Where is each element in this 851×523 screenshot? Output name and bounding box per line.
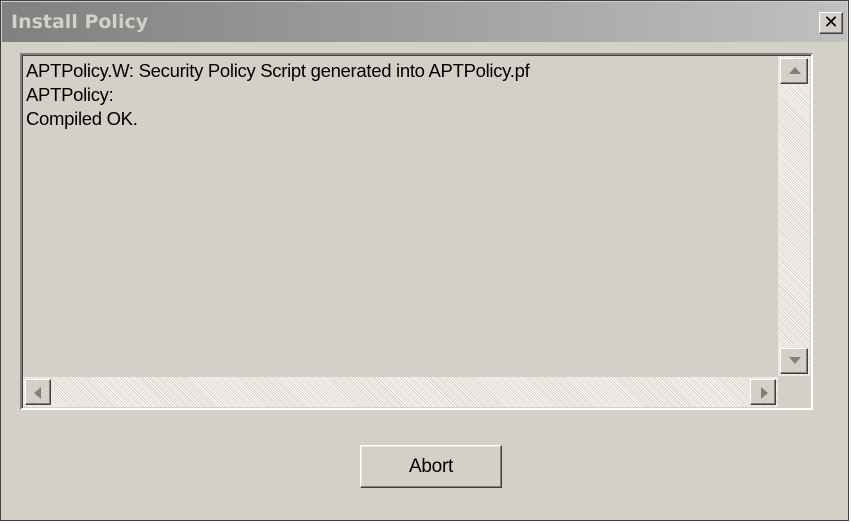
log-line: APTPolicy.W: Security Policy Script gene… [26,60,530,81]
arrow-up-icon [789,67,801,74]
arrow-down-icon [789,357,801,364]
scroll-left-button[interactable] [25,379,51,405]
vertical-scrollbar[interactable] [778,56,810,376]
log-text: APTPolicy.W: Security Policy Script gene… [26,59,530,131]
scroll-up-button[interactable] [780,58,808,84]
log-line: Compiled OK. [26,108,138,129]
arrow-right-icon [761,387,768,399]
scroll-right-button[interactable] [750,379,776,405]
close-icon: ✕ [823,12,839,33]
log-line: APTPolicy: [26,84,114,105]
arrow-left-icon [34,387,41,399]
title-bar[interactable]: Install Policy ✕ [2,2,847,42]
scroll-down-button[interactable] [780,348,808,374]
scrollbar-corner [778,377,810,407]
log-output-box[interactable]: APTPolicy.W: Security Policy Script gene… [20,53,813,410]
close-button[interactable]: ✕ [819,12,843,34]
horizontal-scrollbar[interactable] [23,377,778,407]
abort-button[interactable]: Abort [360,445,502,488]
install-policy-dialog: Install Policy ✕ APTPolicy.W: Security P… [0,0,849,521]
window-title: Install Policy [11,11,149,33]
